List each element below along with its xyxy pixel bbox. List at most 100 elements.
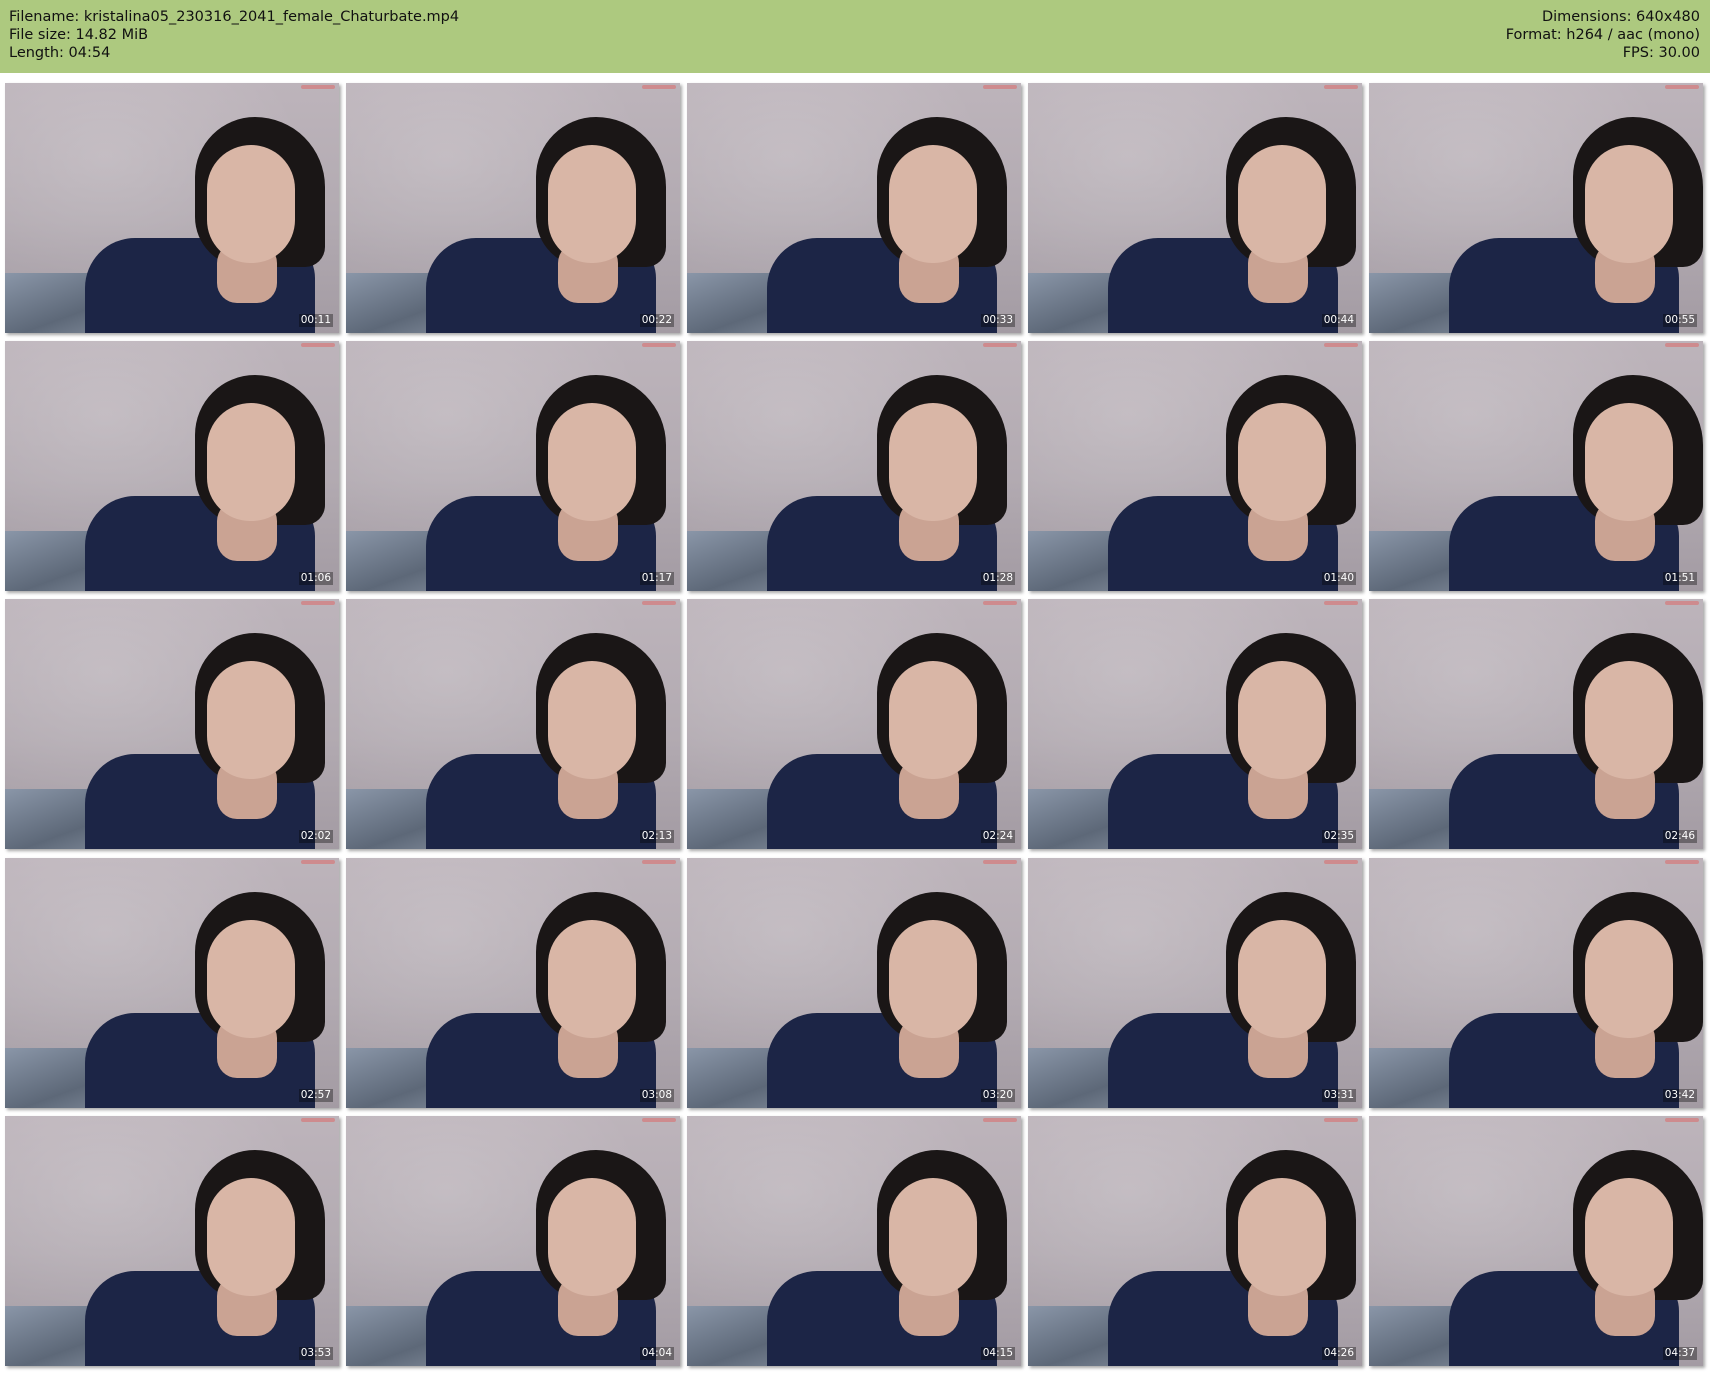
watermark-logo [983,85,1017,89]
watermark-logo [301,860,335,864]
video-thumbnail: 02:02 [5,599,339,849]
watermark-logo [642,85,676,89]
watermark-logo [301,1118,335,1122]
watermark-logo [983,601,1017,605]
fps-text: FPS: 30.00 [1622,45,1700,61]
watermark-logo [642,1118,676,1122]
watermark-logo [983,343,1017,347]
meta-left: Filename: kristalina05_230316_2041_femal… [9,8,459,62]
timestamp-label: 02:35 [1321,830,1356,843]
format-text: Format: h264 / aac (mono) [1505,27,1700,43]
length-text: Length: 04:54 [9,45,111,61]
video-thumbnail: 01:06 [5,341,339,591]
watermark-logo [1324,1118,1358,1122]
video-thumbnail: 03:53 [5,1116,339,1366]
timestamp-label: 02:46 [1662,830,1697,843]
video-thumbnail: 04:37 [1369,1116,1703,1366]
timestamp-label: 04:04 [639,1347,674,1360]
face [207,145,295,263]
face [1238,403,1326,521]
face [1585,920,1673,1038]
video-thumbnail: 00:55 [1369,83,1703,333]
face [207,920,295,1038]
meta-right: Dimensions: 640x480 Format: h264 / aac (… [1506,8,1700,62]
video-thumbnail: 03:08 [346,858,680,1108]
timestamp-label: 00:55 [1662,314,1697,327]
timestamp-label: 00:22 [639,314,674,327]
video-thumbnail: 04:04 [346,1116,680,1366]
video-thumbnail: 03:20 [687,858,1021,1108]
face [548,661,636,779]
timestamp-label: 01:28 [980,572,1015,585]
timestamp-label: 01:06 [298,572,333,585]
watermark-logo [983,1118,1017,1122]
watermark-logo [1665,343,1699,347]
timestamp-label: 02:02 [298,830,333,843]
watermark-logo [983,860,1017,864]
face [1585,403,1673,521]
video-thumbnail: 01:17 [346,341,680,591]
face [548,403,636,521]
video-thumbnail: 03:42 [1369,858,1703,1108]
watermark-logo [1665,85,1699,89]
watermark-logo [301,85,335,89]
dimensions-text: Dimensions: 640x480 [1541,9,1700,25]
watermark-logo [1665,601,1699,605]
video-thumbnail: 03:31 [1028,858,1362,1108]
watermark-logo [1324,343,1358,347]
watermark-logo [301,601,335,605]
watermark-logo [642,343,676,347]
timestamp-label: 03:20 [980,1089,1015,1102]
face [1238,145,1326,263]
timestamp-label: 03:31 [1321,1089,1356,1102]
watermark-logo [642,860,676,864]
face [548,145,636,263]
video-thumbnail: 02:57 [5,858,339,1108]
timestamp-label: 01:51 [1662,572,1697,585]
timestamp-label: 03:08 [639,1089,674,1102]
face [207,403,295,521]
file-size-text: File size: 14.82 MiB [9,27,149,43]
watermark-logo [1665,860,1699,864]
face [1238,920,1326,1038]
face [889,145,977,263]
face [1238,1178,1326,1296]
timestamp-label: 01:40 [1321,572,1356,585]
face [207,661,295,779]
timestamp-label: 00:33 [980,314,1015,327]
face [1238,661,1326,779]
watermark-logo [642,601,676,605]
face [889,403,977,521]
face [889,920,977,1038]
timestamp-label: 04:15 [980,1347,1015,1360]
watermark-logo [1324,85,1358,89]
timestamp-label: 02:13 [639,830,674,843]
video-thumbnail: 00:22 [346,83,680,333]
timestamp-label: 03:53 [298,1347,333,1360]
face [1585,661,1673,779]
info-header: Filename: kristalina05_230316_2041_femal… [0,0,1710,73]
video-thumbnail: 01:28 [687,341,1021,591]
video-thumbnail: 01:40 [1028,341,1362,591]
watermark-logo [1324,860,1358,864]
video-thumbnail: 00:33 [687,83,1021,333]
face [1585,1178,1673,1296]
thumbnail-grid: 00:11 00:22 00:33 00:44 00:55 01:06 01:17 01:28… [0,73,1710,1373]
timestamp-label: 02:57 [298,1089,333,1102]
video-thumbnail: 02:24 [687,599,1021,849]
face [889,661,977,779]
face [1585,145,1673,263]
video-thumbnail: 02:46 [1369,599,1703,849]
watermark-logo [1324,601,1358,605]
timestamp-label: 02:24 [980,830,1015,843]
filename-text: Filename: kristalina05_230316_2041_femal… [9,9,460,25]
video-thumbnail: 02:35 [1028,599,1362,849]
timestamp-label: 03:42 [1662,1089,1697,1102]
video-thumbnail: 04:15 [687,1116,1021,1366]
video-thumbnail: 02:13 [346,599,680,849]
video-thumbnail: 00:11 [5,83,339,333]
timestamp-label: 00:11 [298,314,333,327]
video-thumbnail: 00:44 [1028,83,1362,333]
timestamp-label: 01:17 [639,572,674,585]
video-thumbnail: 01:51 [1369,341,1703,591]
